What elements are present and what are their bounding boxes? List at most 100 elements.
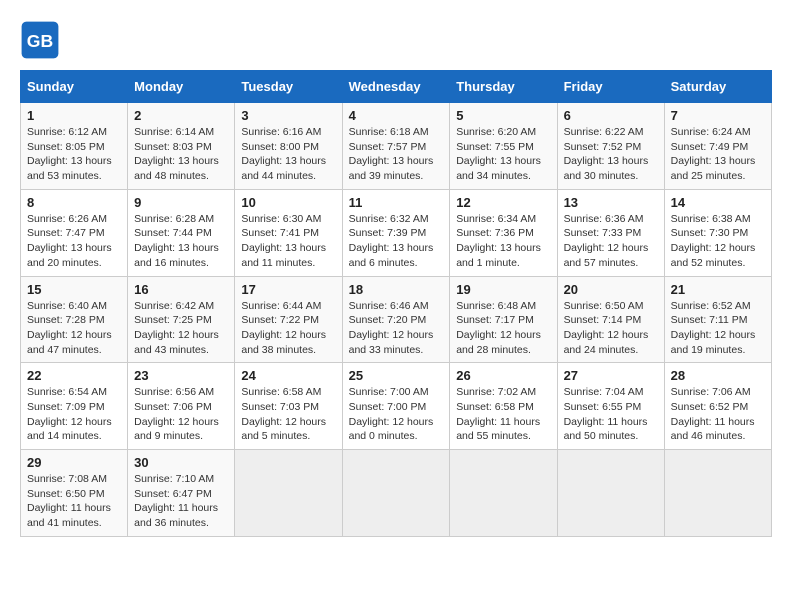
day-number: 7 xyxy=(671,108,765,123)
day-number: 11 xyxy=(349,195,444,210)
day-header-sunday: Sunday xyxy=(21,71,128,103)
daylight: Daylight: 13 hours and 1 minute. xyxy=(456,242,541,269)
daylight: Daylight: 12 hours and 28 minutes. xyxy=(456,329,541,356)
sunrise: Sunrise: 6:32 AM xyxy=(349,213,429,225)
daylight: Daylight: 13 hours and 20 minutes. xyxy=(27,242,112,269)
day-header-thursday: Thursday xyxy=(450,71,557,103)
daylight: Daylight: 13 hours and 11 minutes. xyxy=(241,242,326,269)
daylight: Daylight: 12 hours and 24 minutes. xyxy=(564,329,649,356)
day-info: Sunrise: 7:08 AM Sunset: 6:50 PM Dayligh… xyxy=(27,472,121,531)
day-info: Sunrise: 6:56 AM Sunset: 7:06 PM Dayligh… xyxy=(134,385,228,444)
svg-text:GB: GB xyxy=(27,31,53,51)
day-info: Sunrise: 6:12 AM Sunset: 8:05 PM Dayligh… xyxy=(27,125,121,184)
sunset: Sunset: 7:11 PM xyxy=(671,314,748,326)
calendar-cell: 25 Sunrise: 7:00 AM Sunset: 7:00 PM Dayl… xyxy=(342,363,450,450)
calendar-cell: 6 Sunrise: 6:22 AM Sunset: 7:52 PM Dayli… xyxy=(557,103,664,190)
sunrise: Sunrise: 7:04 AM xyxy=(564,386,644,398)
calendar-cell: 2 Sunrise: 6:14 AM Sunset: 8:03 PM Dayli… xyxy=(128,103,235,190)
sunrise: Sunrise: 6:42 AM xyxy=(134,300,214,312)
header-row: SundayMondayTuesdayWednesdayThursdayFrid… xyxy=(21,71,772,103)
sunrise: Sunrise: 7:02 AM xyxy=(456,386,536,398)
sunrise: Sunrise: 6:24 AM xyxy=(671,126,751,138)
day-header-tuesday: Tuesday xyxy=(235,71,342,103)
logo-icon: GB xyxy=(20,20,60,60)
day-header-monday: Monday xyxy=(128,71,235,103)
sunrise: Sunrise: 6:50 AM xyxy=(564,300,644,312)
sunrise: Sunrise: 6:28 AM xyxy=(134,213,214,225)
sunset: Sunset: 6:55 PM xyxy=(564,401,642,413)
daylight: Daylight: 13 hours and 6 minutes. xyxy=(349,242,434,269)
daylight: Daylight: 12 hours and 14 minutes. xyxy=(27,416,112,443)
day-info: Sunrise: 6:58 AM Sunset: 7:03 PM Dayligh… xyxy=(241,385,335,444)
day-number: 18 xyxy=(349,282,444,297)
sunrise: Sunrise: 6:52 AM xyxy=(671,300,751,312)
day-info: Sunrise: 6:28 AM Sunset: 7:44 PM Dayligh… xyxy=(134,212,228,271)
sunrise: Sunrise: 6:44 AM xyxy=(241,300,321,312)
daylight: Daylight: 11 hours and 55 minutes. xyxy=(456,416,540,443)
calendar-cell: 28 Sunrise: 7:06 AM Sunset: 6:52 PM Dayl… xyxy=(664,363,771,450)
day-info: Sunrise: 6:38 AM Sunset: 7:30 PM Dayligh… xyxy=(671,212,765,271)
calendar-cell: 26 Sunrise: 7:02 AM Sunset: 6:58 PM Dayl… xyxy=(450,363,557,450)
day-info: Sunrise: 7:04 AM Sunset: 6:55 PM Dayligh… xyxy=(564,385,658,444)
sunset: Sunset: 7:03 PM xyxy=(241,401,319,413)
day-info: Sunrise: 6:30 AM Sunset: 7:41 PM Dayligh… xyxy=(241,212,335,271)
day-header-friday: Friday xyxy=(557,71,664,103)
sunrise: Sunrise: 6:34 AM xyxy=(456,213,536,225)
sunrise: Sunrise: 7:08 AM xyxy=(27,473,107,485)
sunrise: Sunrise: 6:16 AM xyxy=(241,126,321,138)
sunset: Sunset: 7:09 PM xyxy=(27,401,105,413)
daylight: Daylight: 13 hours and 30 minutes. xyxy=(564,155,649,182)
daylight: Daylight: 12 hours and 57 minutes. xyxy=(564,242,649,269)
calendar-cell: 17 Sunrise: 6:44 AM Sunset: 7:22 PM Dayl… xyxy=(235,276,342,363)
day-number: 10 xyxy=(241,195,335,210)
day-number: 30 xyxy=(134,455,228,470)
day-number: 2 xyxy=(134,108,228,123)
day-number: 19 xyxy=(456,282,550,297)
daylight: Daylight: 13 hours and 39 minutes. xyxy=(349,155,434,182)
sunset: Sunset: 8:05 PM xyxy=(27,141,105,153)
daylight: Daylight: 12 hours and 47 minutes. xyxy=(27,329,112,356)
calendar-cell: 11 Sunrise: 6:32 AM Sunset: 7:39 PM Dayl… xyxy=(342,189,450,276)
daylight: Daylight: 11 hours and 46 minutes. xyxy=(671,416,755,443)
calendar-cell xyxy=(450,450,557,537)
calendar-week-2: 8 Sunrise: 6:26 AM Sunset: 7:47 PM Dayli… xyxy=(21,189,772,276)
daylight: Daylight: 12 hours and 33 minutes. xyxy=(349,329,434,356)
sunset: Sunset: 8:00 PM xyxy=(241,141,319,153)
day-info: Sunrise: 6:22 AM Sunset: 7:52 PM Dayligh… xyxy=(564,125,658,184)
calendar-cell: 23 Sunrise: 6:56 AM Sunset: 7:06 PM Dayl… xyxy=(128,363,235,450)
calendar-header: SundayMondayTuesdayWednesdayThursdayFrid… xyxy=(21,71,772,103)
calendar-week-3: 15 Sunrise: 6:40 AM Sunset: 7:28 PM Dayl… xyxy=(21,276,772,363)
daylight: Daylight: 11 hours and 41 minutes. xyxy=(27,502,111,529)
sunset: Sunset: 7:30 PM xyxy=(671,227,749,239)
day-info: Sunrise: 7:10 AM Sunset: 6:47 PM Dayligh… xyxy=(134,472,228,531)
calendar-cell: 16 Sunrise: 6:42 AM Sunset: 7:25 PM Dayl… xyxy=(128,276,235,363)
sunrise: Sunrise: 7:10 AM xyxy=(134,473,214,485)
sunset: Sunset: 7:49 PM xyxy=(671,141,749,153)
calendar-cell: 19 Sunrise: 6:48 AM Sunset: 7:17 PM Dayl… xyxy=(450,276,557,363)
sunrise: Sunrise: 7:00 AM xyxy=(349,386,429,398)
sunset: Sunset: 7:33 PM xyxy=(564,227,642,239)
day-info: Sunrise: 6:14 AM Sunset: 8:03 PM Dayligh… xyxy=(134,125,228,184)
day-number: 9 xyxy=(134,195,228,210)
calendar-cell: 30 Sunrise: 7:10 AM Sunset: 6:47 PM Dayl… xyxy=(128,450,235,537)
day-number: 24 xyxy=(241,368,335,383)
sunset: Sunset: 7:39 PM xyxy=(349,227,427,239)
daylight: Daylight: 12 hours and 38 minutes. xyxy=(241,329,326,356)
sunset: Sunset: 7:57 PM xyxy=(349,141,427,153)
day-number: 28 xyxy=(671,368,765,383)
day-info: Sunrise: 6:32 AM Sunset: 7:39 PM Dayligh… xyxy=(349,212,444,271)
calendar-cell: 1 Sunrise: 6:12 AM Sunset: 8:05 PM Dayli… xyxy=(21,103,128,190)
calendar-week-5: 29 Sunrise: 7:08 AM Sunset: 6:50 PM Dayl… xyxy=(21,450,772,537)
daylight: Daylight: 13 hours and 25 minutes. xyxy=(671,155,756,182)
day-info: Sunrise: 6:40 AM Sunset: 7:28 PM Dayligh… xyxy=(27,299,121,358)
sunrise: Sunrise: 6:18 AM xyxy=(349,126,429,138)
day-number: 14 xyxy=(671,195,765,210)
calendar-cell: 12 Sunrise: 6:34 AM Sunset: 7:36 PM Dayl… xyxy=(450,189,557,276)
daylight: Daylight: 12 hours and 5 minutes. xyxy=(241,416,326,443)
sunset: Sunset: 6:58 PM xyxy=(456,401,534,413)
daylight: Daylight: 13 hours and 34 minutes. xyxy=(456,155,541,182)
day-info: Sunrise: 6:18 AM Sunset: 7:57 PM Dayligh… xyxy=(349,125,444,184)
day-info: Sunrise: 7:02 AM Sunset: 6:58 PM Dayligh… xyxy=(456,385,550,444)
daylight: Daylight: 12 hours and 9 minutes. xyxy=(134,416,219,443)
day-info: Sunrise: 6:20 AM Sunset: 7:55 PM Dayligh… xyxy=(456,125,550,184)
